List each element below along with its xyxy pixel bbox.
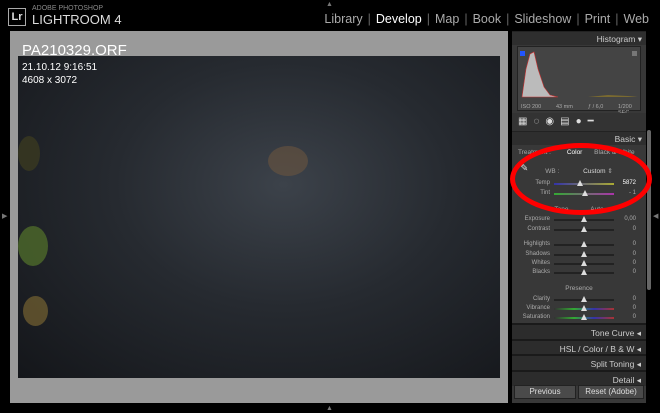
- section-detail[interactable]: Detail ◂: [512, 370, 646, 386]
- reset-button[interactable]: Reset (Adobe): [578, 385, 644, 399]
- image-dimensions: 4608 x 3072: [22, 75, 78, 86]
- adjustment-brush-icon[interactable]: ●━: [576, 116, 600, 127]
- saturation-slider[interactable]: Saturation 0: [512, 312, 646, 322]
- spider: [268, 146, 308, 176]
- section-label: Split Toning: [590, 359, 635, 369]
- module-slideshow[interactable]: Slideshow: [509, 12, 576, 26]
- slider-label: Vibrance: [526, 305, 550, 311]
- section-label: Detail: [612, 375, 635, 385]
- highlights-slider[interactable]: Highlights 0: [512, 239, 646, 249]
- iso: ISO 200: [521, 104, 542, 110]
- shadow-clip-icon: [520, 51, 525, 56]
- section-tone-curve[interactable]: Tone Curve ◂: [512, 323, 646, 339]
- slider-label: Clarity: [532, 296, 550, 302]
- slider-label: Exposure: [524, 216, 550, 222]
- panel-scrollbar[interactable]: [647, 130, 651, 290]
- histogram-header[interactable]: Histogram ▾: [512, 31, 646, 45]
- section-hsl[interactable]: HSL / Color / B & W ◂: [512, 339, 646, 355]
- slider-value[interactable]: 0: [633, 314, 636, 320]
- photo: [18, 56, 500, 378]
- focal-length: 43 mm: [556, 104, 573, 110]
- annotation-red-ellipse: [510, 143, 652, 215]
- tool-strip: ▦◌◉▤●━: [512, 113, 646, 131]
- graduated-filter-icon[interactable]: ▤: [560, 116, 575, 127]
- capture-datetime: 21.10.12 9:16:51: [22, 62, 98, 73]
- slider-value[interactable]: 0,00: [624, 216, 636, 222]
- bottom-panel-arrow-icon[interactable]: ▲: [326, 405, 333, 412]
- slider-label: Blacks: [532, 269, 550, 275]
- slider-label: Whites: [531, 260, 550, 266]
- slider-label: Saturation: [522, 314, 550, 320]
- spot-removal-icon[interactable]: ◌: [533, 116, 545, 127]
- right-panel-arrow-icon[interactable]: ◀: [653, 212, 658, 220]
- slider-label: Contrast: [527, 226, 550, 232]
- module-web[interactable]: Web: [619, 12, 654, 26]
- red-eye-icon[interactable]: ◉: [545, 116, 560, 127]
- module-library[interactable]: Library: [319, 12, 367, 26]
- left-panel-arrow-icon[interactable]: ▶: [2, 212, 7, 220]
- blacks-slider[interactable]: Blacks 0: [512, 267, 646, 277]
- vendor-label: ADOBE PHOTOSHOP: [32, 5, 104, 12]
- image-viewer[interactable]: [10, 31, 508, 403]
- module-print[interactable]: Print: [580, 12, 616, 26]
- slider-label: Shadows: [525, 251, 550, 257]
- slider-value[interactable]: 0: [633, 269, 636, 275]
- section-split-toning[interactable]: Split Toning ◂: [512, 354, 646, 370]
- crop-grid-icon[interactable]: ▦: [518, 116, 533, 127]
- slider-value[interactable]: 0: [633, 226, 636, 232]
- presence-label: Presence: [565, 285, 593, 292]
- slider-value[interactable]: 0: [633, 251, 636, 257]
- basic-title: Basic: [614, 134, 636, 144]
- previous-button[interactable]: Previous: [514, 385, 576, 399]
- slider-value[interactable]: 0: [633, 241, 636, 247]
- module-picker: Library | Develop | Map | Book | Slideshow | …: [319, 12, 654, 26]
- slider-value[interactable]: 0: [633, 305, 636, 311]
- section-label: Tone Curve: [590, 328, 635, 338]
- module-map[interactable]: Map: [430, 12, 464, 26]
- section-label: HSL / Color / B & W: [559, 344, 635, 354]
- histogram: ISO 200 43 mm ƒ / 6,0 1/200 SEC: [517, 46, 641, 116]
- histogram-title: Histogram: [596, 34, 636, 44]
- lightroom-logo: Lr: [8, 8, 26, 26]
- right-panel: Histogram ▾ ISO 200 43 mm ƒ / 6,0 1/200 …: [512, 31, 646, 403]
- exposure-slider[interactable]: Exposure 0,00: [512, 214, 646, 224]
- contrast-slider[interactable]: Contrast 0: [512, 224, 646, 234]
- app-title: LIGHTROOM 4: [32, 12, 122, 27]
- filename: PA210329.ORF: [22, 42, 127, 59]
- aperture: ƒ / 6,0: [588, 104, 604, 110]
- slider-value[interactable]: 0: [633, 260, 636, 266]
- slider-value[interactable]: 0: [633, 296, 636, 302]
- collapse-top-arrow-icon[interactable]: ▲: [326, 1, 333, 8]
- slider-label: Highlights: [523, 241, 550, 247]
- module-develop[interactable]: Develop: [371, 12, 427, 26]
- highlight-clip-icon: [632, 51, 637, 56]
- module-book[interactable]: Book: [468, 12, 507, 26]
